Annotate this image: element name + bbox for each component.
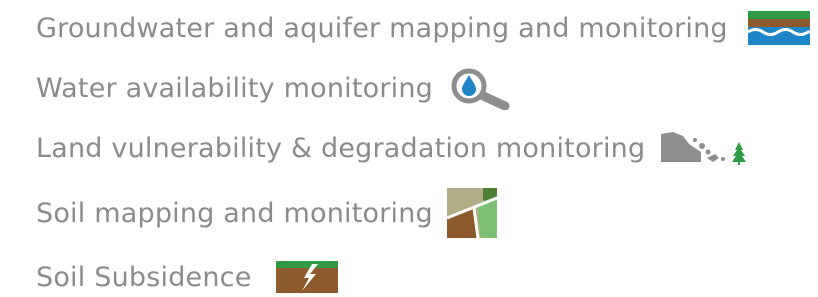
landslide-tree-icon xyxy=(661,128,749,168)
legend-item-label: Soil mapping and monitoring xyxy=(36,197,433,229)
legend-item-label: Groundwater and aquifer mapping and moni… xyxy=(36,12,728,44)
legend-item-label: Water availability monitoring xyxy=(36,72,433,104)
water-drop-magnifier-icon xyxy=(449,66,511,110)
legend-item-soil-subsidence: Soil Subsidence xyxy=(36,257,338,297)
soil-map-tiles-icon xyxy=(446,188,497,238)
legend-item-water-availability: Water availability monitoring xyxy=(36,66,511,110)
soil-crack-icon xyxy=(275,261,338,293)
legend-item-label: Land vulnerability & degradation monitor… xyxy=(36,132,646,164)
legend-item-land-vulnerability: Land vulnerability & degradation monitor… xyxy=(36,128,749,168)
legend-item-soil-mapping: Soil mapping and monitoring xyxy=(36,188,497,238)
legend-item-groundwater: Groundwater and aquifer mapping and moni… xyxy=(36,8,810,48)
groundwater-layers-icon xyxy=(747,11,810,45)
legend: Groundwater and aquifer mapping and moni… xyxy=(0,0,818,293)
legend-item-label: Soil Subsidence xyxy=(36,261,252,293)
